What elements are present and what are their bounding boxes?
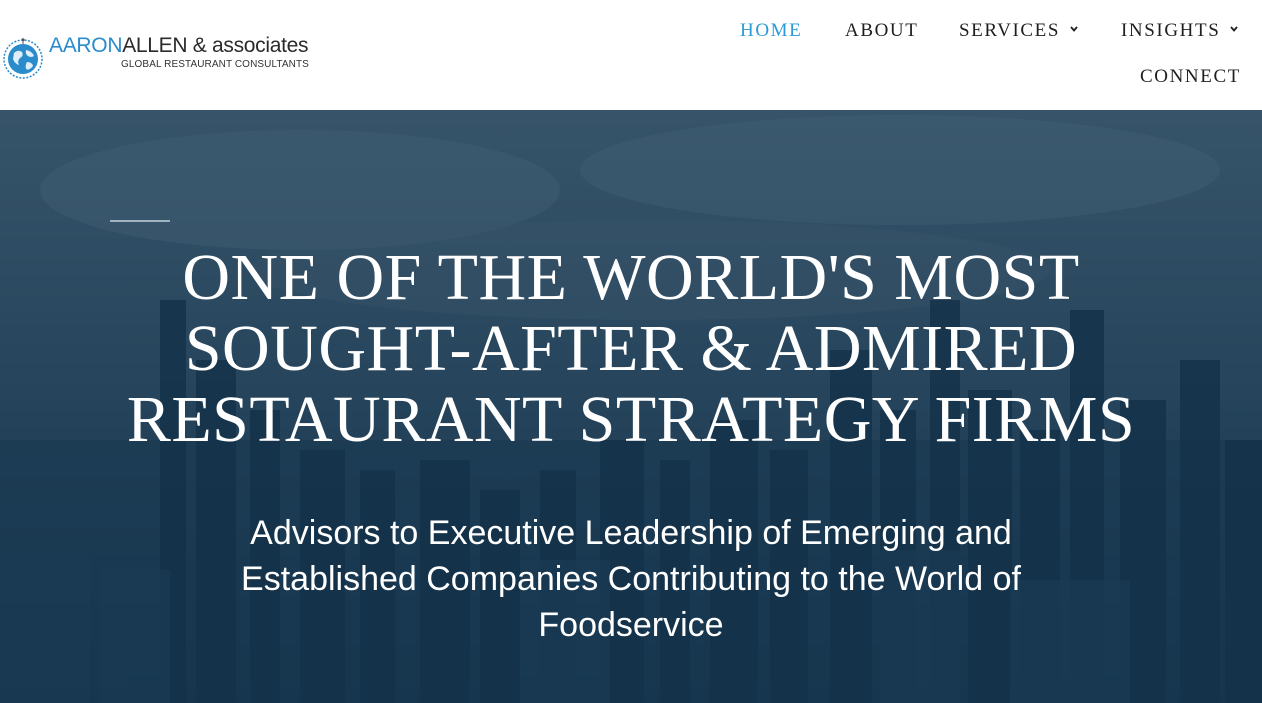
hero-headline: ONE OF THE WORLD'S MOST SOUGHT-AFTER & A… [126, 241, 1136, 456]
nav-services-label: SERVICES [959, 20, 1061, 41]
logo-tagline: GLOBAL RESTAURANT CONSULTANTS [121, 59, 309, 70]
globe-logo-icon [3, 38, 43, 79]
hero-banner: ONE OF THE WORLD'S MOST SOUGHT-AFTER & A… [0, 110, 1262, 703]
nav-insights-label: INSIGHTS [1121, 20, 1221, 41]
site-logo[interactable]: AARONALLEN & associates GLOBAL RESTAURAN… [0, 24, 310, 86]
main-nav: HOME ABOUT SERVICES INSIGHTS CONNECT [562, 0, 1262, 110]
nav-connect[interactable]: CONNECT [1140, 66, 1241, 88]
logo-wordmark: AARONALLEN & associates [49, 34, 309, 57]
chevron-down-icon [1230, 26, 1239, 32]
nav-about[interactable]: ABOUT [845, 20, 918, 42]
nav-services[interactable]: SERVICES [959, 20, 1078, 42]
accent-divider [110, 220, 170, 222]
logo-name-part1: AARON [49, 34, 123, 57]
nav-home[interactable]: HOME [740, 20, 802, 42]
chevron-down-icon [1070, 26, 1078, 32]
hero-subheadline: Advisors to Executive Leadership of Emer… [241, 514, 1021, 644]
logo-name-part2: ALLEN & associates [122, 34, 309, 57]
nav-insights[interactable]: INSIGHTS [1121, 20, 1239, 42]
site-header: AARONALLEN & associates GLOBAL RESTAURAN… [0, 0, 1262, 110]
